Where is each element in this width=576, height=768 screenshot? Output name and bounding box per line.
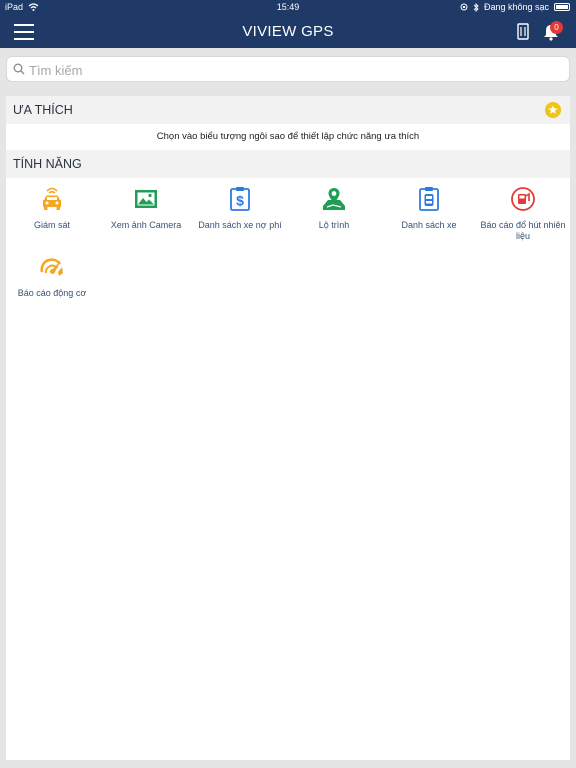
vehicle-list-icon — [419, 187, 439, 211]
svg-text:$: $ — [236, 193, 244, 209]
nav-bar: VIVIEW GPS 0 — [0, 14, 576, 48]
engine-report-icon — [40, 258, 63, 276]
status-bar: iPad 15:49 Đang không sạc — [0, 0, 576, 14]
favorites-hint: Chọn vào biểu tượng ngôi sao để thiết lậ… — [156, 131, 420, 142]
fuel-report-icon — [511, 187, 535, 211]
main-panel: ƯA THÍCH Chọn vào biểu tượng ngôi sao để… — [6, 96, 570, 760]
favorites-header: ƯA THÍCH — [6, 96, 570, 124]
feature-label: Danh sách xe — [401, 220, 457, 230]
feature-camera[interactable]: Xem ảnh Camera — [101, 186, 191, 231]
feature-label: Báo cáo động cơ — [17, 288, 87, 298]
app-title: VIVIEW GPS — [242, 23, 334, 40]
feature-fuel-report[interactable]: Báo cáo đổ hút nhiên liệu — [478, 186, 568, 241]
feature-route[interactable]: Lộ trình — [289, 186, 379, 231]
features-title: TÍNH NĂNG — [13, 157, 82, 171]
charging-status: Đang không sạc — [483, 2, 549, 12]
search-icon — [13, 63, 25, 75]
car-monitor-icon — [43, 187, 61, 210]
notification-badge: 0 — [550, 21, 563, 34]
device-icon[interactable] — [516, 23, 530, 40]
battery-icon — [554, 3, 570, 11]
feature-engine-report[interactable]: Báo cáo động cơ — [7, 254, 97, 299]
feature-label: Giám sát — [33, 220, 70, 230]
feature-vehicle-list[interactable]: Danh sách xe — [384, 186, 474, 231]
favorites-title: ƯA THÍCH — [13, 103, 73, 117]
feature-label: Lộ trình — [318, 220, 350, 230]
feature-fee-debt-list[interactable]: $ Danh sách xe nợ phí — [195, 186, 285, 231]
features-header: TÍNH NĂNG — [6, 150, 570, 178]
feature-label: Danh sách xe nợ phí — [198, 220, 282, 230]
bluetooth-icon — [473, 2, 479, 12]
camera-image-icon — [135, 190, 157, 208]
search-bar[interactable] — [6, 56, 570, 82]
feature-label: Báo cáo đổ hút nhiên liệu — [480, 220, 566, 241]
feature-label: Xem ảnh Camera — [110, 220, 182, 230]
orientation-lock-icon — [460, 3, 468, 11]
fee-debt-list-icon: $ — [230, 187, 250, 211]
route-map-icon — [323, 188, 345, 210]
star-icon[interactable] — [545, 102, 561, 118]
feature-monitoring[interactable]: Giám sát — [7, 186, 97, 231]
search-input[interactable] — [29, 60, 549, 80]
